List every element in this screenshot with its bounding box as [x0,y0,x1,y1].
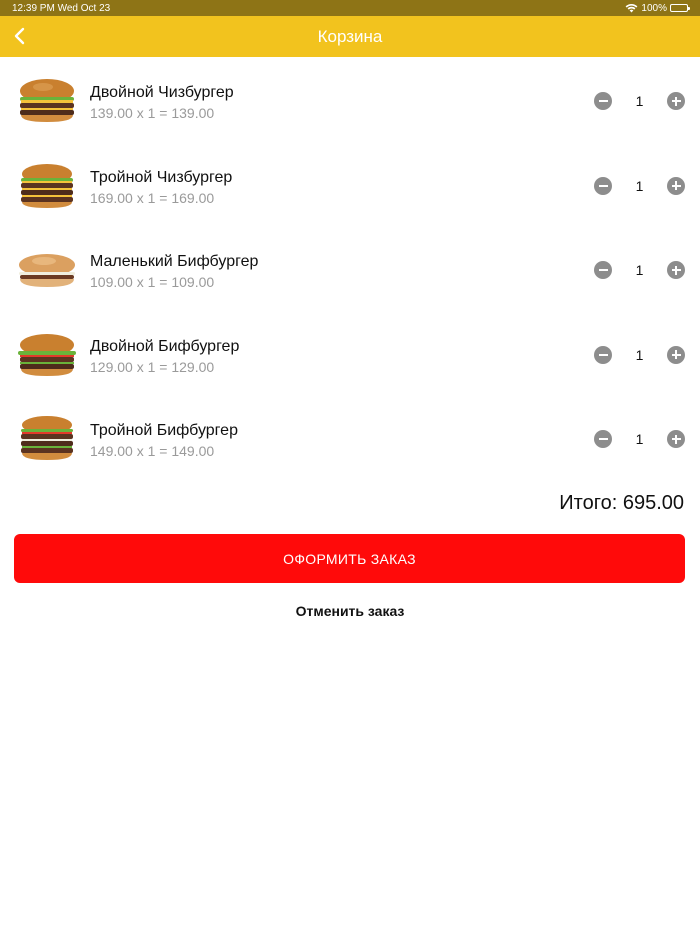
quantity-stepper: 1 [594,176,685,195]
quantity-stepper: 1 [594,92,685,110]
item-name: Двойной Бифбургер [90,337,240,355]
cart-list: Двойной Чизбургер 139.00 x 1 = 139.00 1 … [0,57,700,480]
cart-item: Двойной Бифбургер 129.00 x 1 = 129.00 1 [0,311,700,396]
increase-quantity-button[interactable] [667,92,685,110]
quantity-value: 1 [635,93,644,109]
minus-icon [598,269,608,271]
double-cheeseburger-image [20,79,74,122]
cart-item: Тройной Чизбургер 169.00 x 1 = 169.00 1 [0,142,700,227]
page-title: Корзина [317,26,383,46]
quantity-stepper: 1 [594,345,685,364]
battery-icon [670,4,690,12]
minus-icon [598,353,608,356]
triple-cheeseburger-image [21,163,73,208]
status-indicators: 100% [625,2,690,14]
chevron-left-icon [14,27,25,45]
increase-quantity-button[interactable] [667,345,685,364]
quantity-stepper: 1 [594,430,685,448]
decrease-quantity-button[interactable] [594,176,612,195]
order-total: Итого: 695.00 [559,492,684,514]
minus-icon [598,438,608,440]
cancel-order-button[interactable]: Отменить заказ [0,603,700,619]
decrease-quantity-button[interactable] [594,261,612,279]
checkout-button[interactable]: ОФОРМИТЬ ЗАКАЗ [14,534,685,583]
item-name: Маленький Бифбургер [90,253,259,270]
battery-percent: 100% [641,2,667,14]
status-bar: 12:39 PM Wed Oct 23 100% [0,0,700,16]
item-price-calc: 169.00 x 1 = 169.00 [90,189,215,206]
item-price-calc: 129.00 x 1 = 129.00 [90,358,215,375]
quantity-stepper: 1 [594,261,685,279]
decrease-quantity-button[interactable] [594,430,612,448]
double-beefburger-image [18,333,76,376]
quantity-value: 1 [635,177,644,194]
wifi-icon [626,3,638,13]
item-name: Тройной Бифбургер [90,422,238,439]
cart-item: Тройной Бифбургер 149.00 x 1 = 149.00 1 [0,395,700,480]
quantity-value: 1 [635,431,644,447]
cart-item: Двойной Чизбургер 139.00 x 1 = 139.00 1 [0,57,700,142]
item-price-calc: 109.00 x 1 = 109.00 [90,274,215,290]
quantity-value: 1 [635,346,644,363]
cart-item: Маленький Бифбургер 109.00 x 1 = 109.00 … [0,226,700,311]
item-name: Двойной Чизбургер [90,84,234,101]
item-price-calc: 149.00 x 1 = 149.00 [90,443,215,459]
nav-bar: Корзина [0,16,700,57]
status-time: 12:39 PM Wed Oct 23 [12,2,111,14]
increase-quantity-button[interactable] [667,261,685,279]
decrease-quantity-button[interactable] [594,92,612,110]
triple-beefburger-image [21,416,73,460]
quantity-value: 1 [635,262,644,278]
item-price-calc: 139.00 x 1 = 139.00 [90,105,215,121]
decrease-quantity-button[interactable] [594,345,612,364]
back-button[interactable] [8,24,32,48]
minus-icon [598,100,608,102]
small-beefburger-image [19,254,75,287]
increase-quantity-button[interactable] [667,176,685,195]
increase-quantity-button[interactable] [667,430,685,448]
item-name: Тройной Чизбургер [90,168,233,186]
minus-icon [598,184,608,187]
